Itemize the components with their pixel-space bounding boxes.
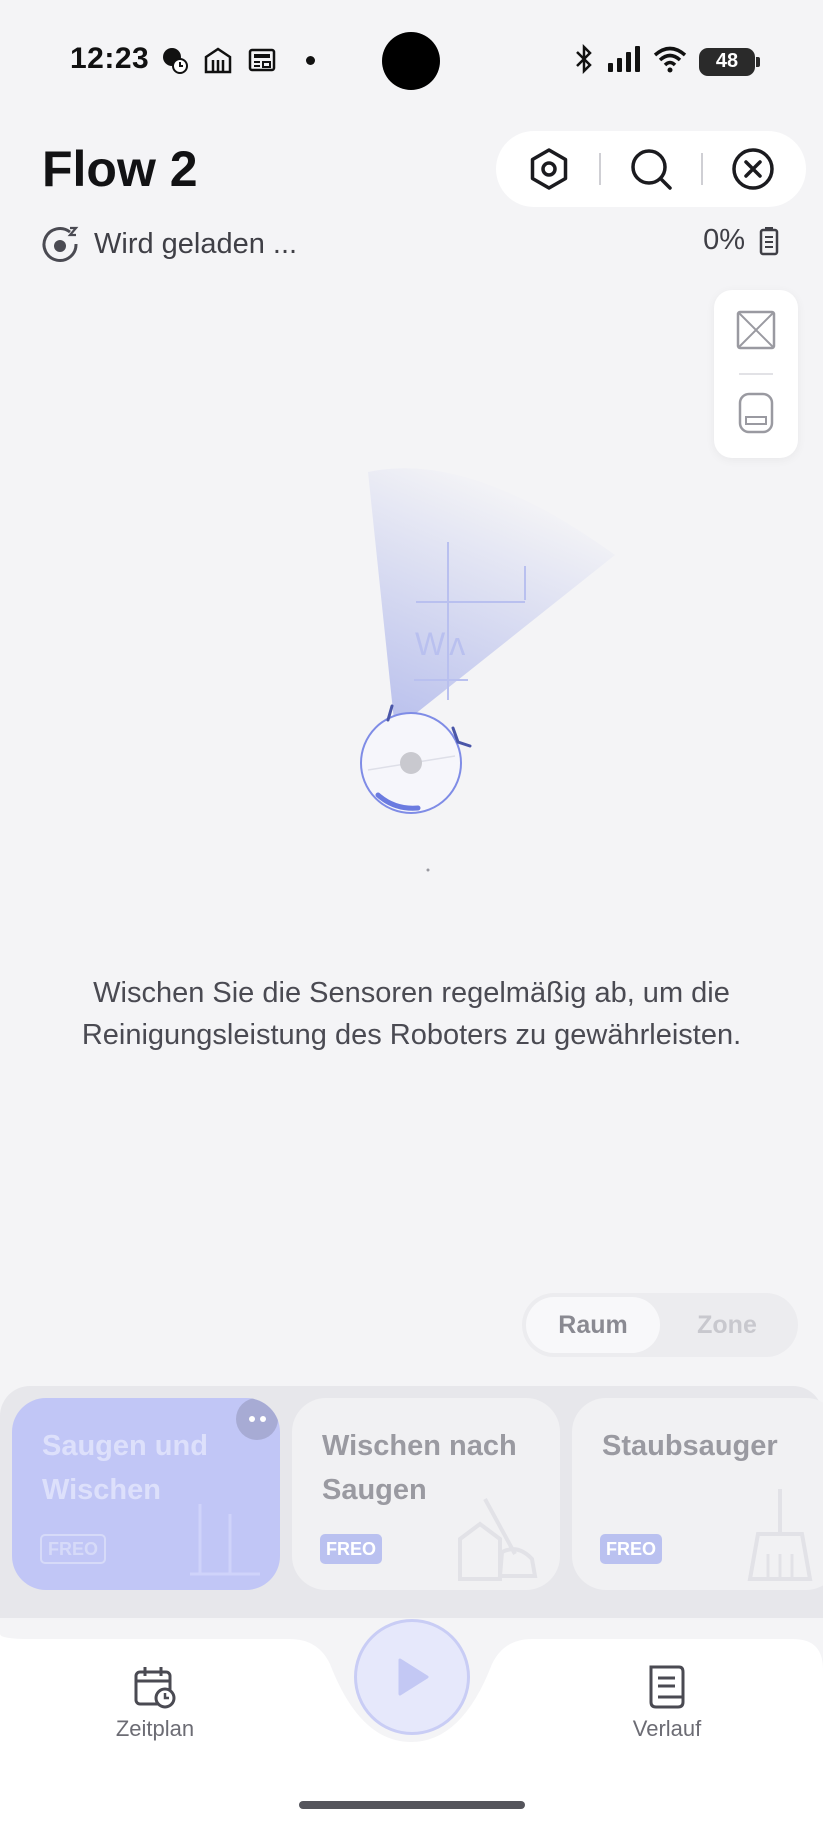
cellular-signal-icon xyxy=(607,45,641,78)
map-area: Wʌ xyxy=(0,430,823,890)
device-title: Flow 2 xyxy=(42,141,198,197)
nav-verlauf[interactable]: Verlauf xyxy=(597,1664,737,1742)
freo-badge: FREO xyxy=(320,1534,383,1564)
notification-icons xyxy=(158,44,315,76)
maintenance-tip: Wischen Sie die Sensoren regelmäßig ab, … xyxy=(81,977,742,1051)
settings-icon xyxy=(530,148,568,190)
robot-marker xyxy=(360,704,472,814)
scan-cone xyxy=(368,468,615,730)
scan-label: Wʌ xyxy=(415,626,469,662)
area-mode-toggle: Raum Zone xyxy=(522,1293,798,1357)
robot-status: Wird geladen ... xyxy=(42,224,297,264)
play-icon xyxy=(398,1658,429,1696)
home-indicator[interactable] xyxy=(299,1801,525,1809)
history-document-icon xyxy=(649,1665,685,1709)
wifi-icon xyxy=(653,45,687,78)
restaurant-app-icon xyxy=(202,44,234,76)
mode-card-staubsauger[interactable]: Staubsauger FREO xyxy=(572,1398,823,1590)
status-text: Wird geladen ... xyxy=(94,227,298,260)
mode-card-title: Saugen und Wischen xyxy=(42,1430,208,1506)
charging-sleep-icon xyxy=(42,226,79,262)
close-button[interactable] xyxy=(725,141,781,197)
mode-card-title: Wischen nach Saugen xyxy=(322,1430,517,1506)
map-tools-divider xyxy=(739,373,773,375)
camera-cutout xyxy=(382,32,440,90)
bluetooth-icon xyxy=(573,43,595,79)
dock-icon xyxy=(738,392,774,434)
battery-icon xyxy=(759,226,779,255)
battery-percent: 0% xyxy=(703,224,745,256)
mode-card-saugen-und-wischen[interactable]: Saugen und Wischen FREO xyxy=(12,1398,280,1590)
header-divider xyxy=(701,153,703,185)
mode-card-title: Staubsauger xyxy=(602,1430,778,1462)
news-app-icon xyxy=(246,44,278,76)
robot-battery: 0% xyxy=(703,224,779,257)
card-more-button[interactable] xyxy=(236,1398,278,1440)
battery-indicator: 48 xyxy=(699,47,760,76)
close-icon xyxy=(732,148,774,190)
nav-label: Zeitplan xyxy=(115,1716,195,1741)
mode-option-raum[interactable]: Raum xyxy=(526,1297,660,1353)
settings-button[interactable] xyxy=(521,141,577,197)
system-icons: 48 xyxy=(573,43,760,79)
notification-app-icon xyxy=(158,44,190,76)
calendar-clock-icon xyxy=(134,1667,176,1709)
search-button[interactable] xyxy=(623,141,679,197)
mode-option-zone[interactable]: Zone xyxy=(660,1297,794,1353)
robot-scan-visual: Wʌ xyxy=(360,468,615,872)
nav-label: Verlauf xyxy=(632,1716,702,1741)
header-actions xyxy=(496,131,806,207)
status-bar: 12:23 48 xyxy=(0,0,823,120)
mode-card-wischen-nach-saugen[interactable]: Wischen nach Saugen FREO xyxy=(292,1398,560,1590)
header-divider xyxy=(599,153,601,185)
start-cleaning-button[interactable] xyxy=(354,1619,470,1735)
status-time: 12:23 xyxy=(70,42,150,75)
nav-zeitplan[interactable]: Zeitplan xyxy=(85,1664,225,1742)
freo-badge: FREO xyxy=(40,1534,107,1564)
map-view-button[interactable] xyxy=(734,308,778,357)
freo-badge: FREO xyxy=(600,1534,663,1564)
more-notifications-dot xyxy=(306,55,315,65)
cleaning-mode-cards: Saugen und Wischen FREO Wischen nach Sau… xyxy=(0,1386,823,1618)
search-icon xyxy=(631,149,672,190)
vacuum-illustration xyxy=(747,1489,813,1581)
map-dot xyxy=(426,868,430,872)
map-icon xyxy=(736,310,776,350)
bottom-nav: Zeitplan Verlauf xyxy=(0,1594,823,1831)
